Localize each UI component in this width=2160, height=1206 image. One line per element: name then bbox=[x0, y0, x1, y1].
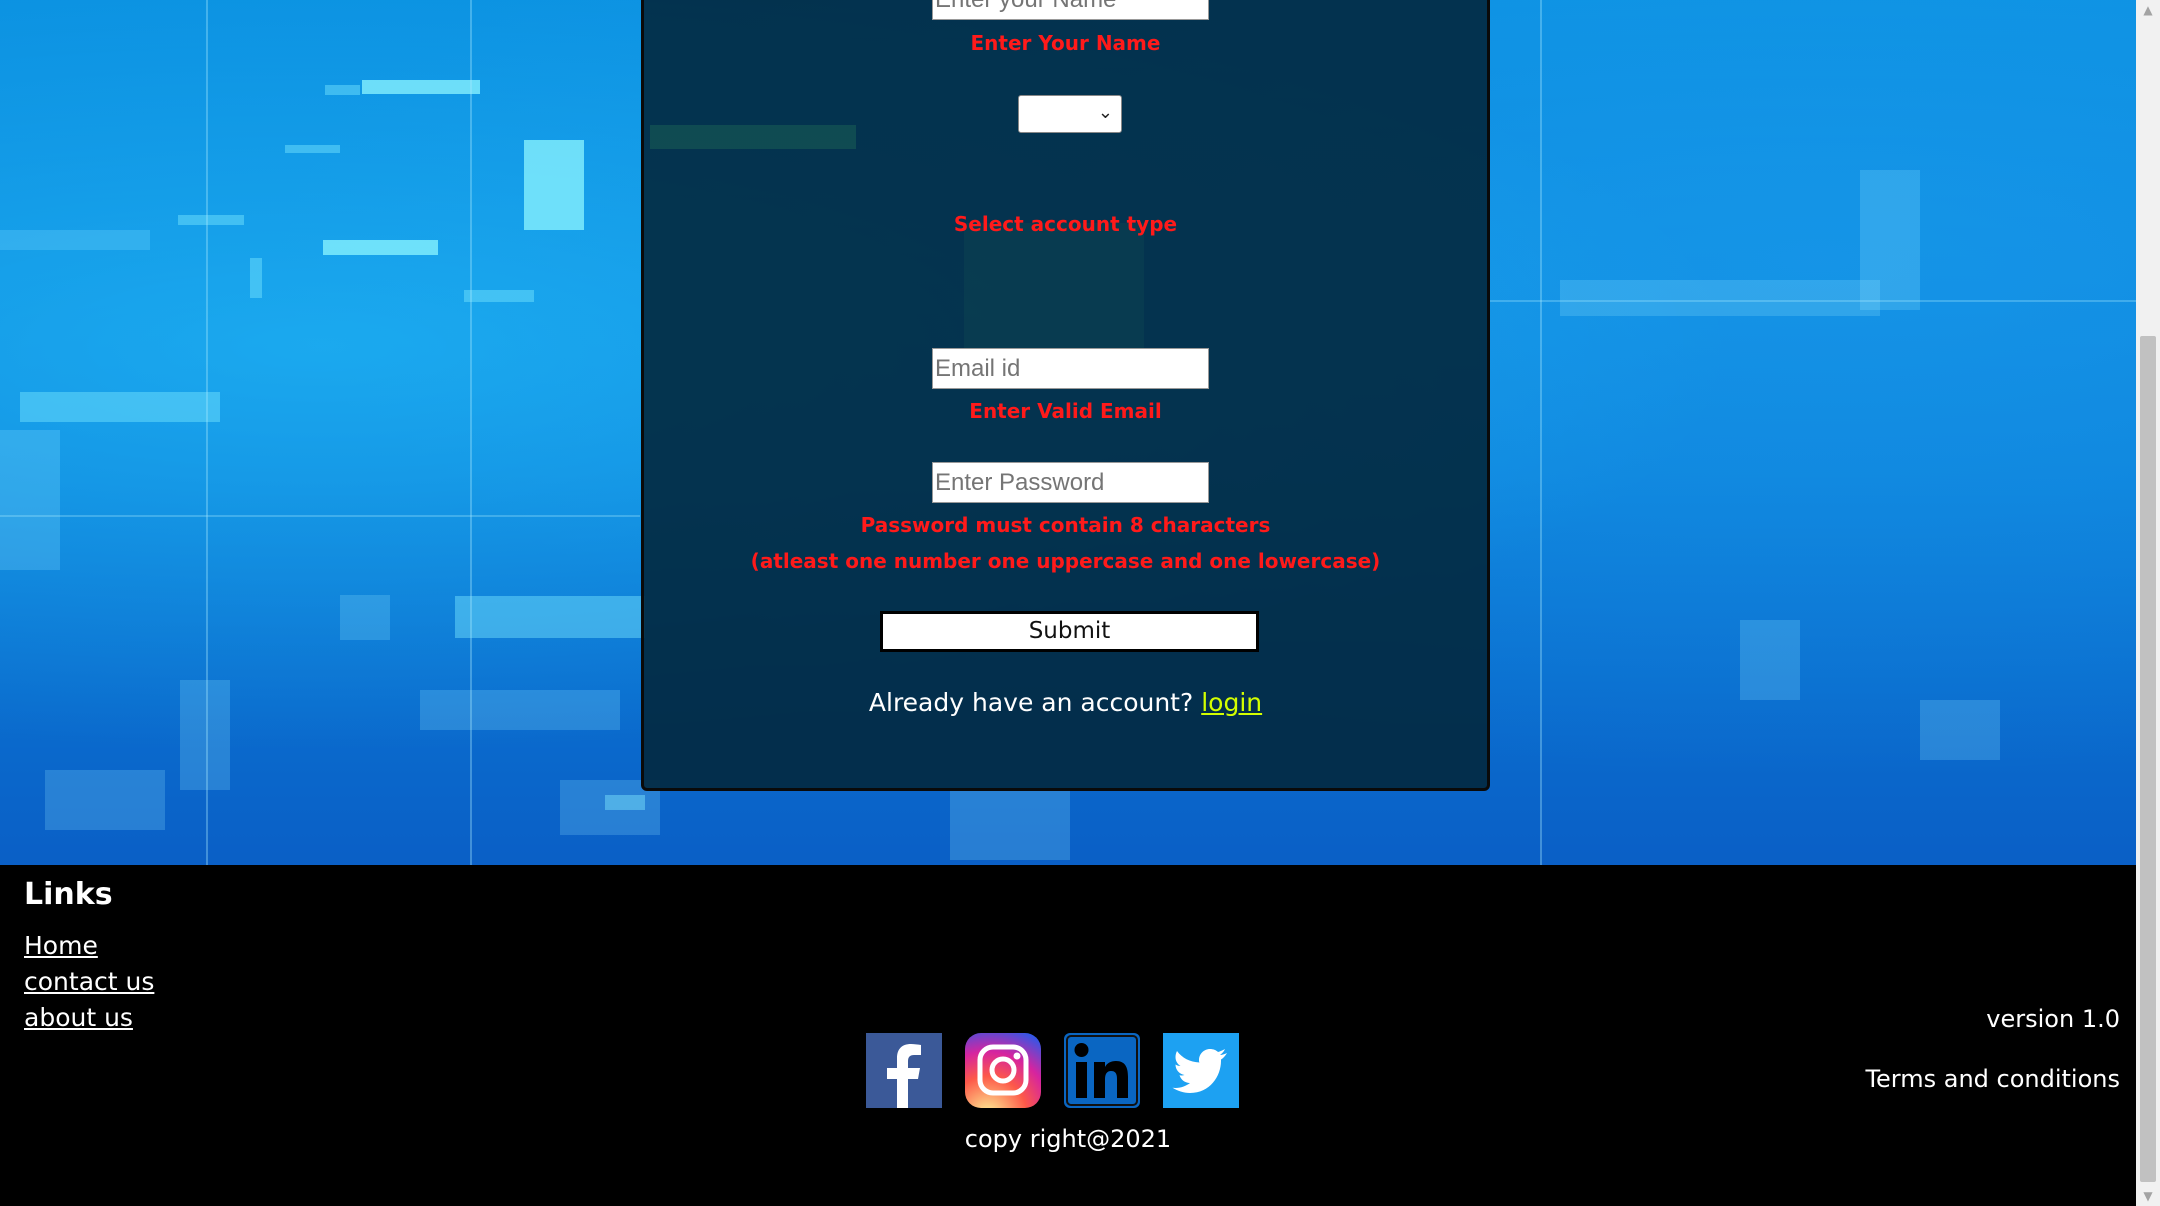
twitter-icon[interactable] bbox=[1163, 1033, 1239, 1108]
vertical-scrollbar[interactable]: ▲ ▼ bbox=[2136, 0, 2160, 1206]
login-prompt: Already have an account? login bbox=[644, 653, 1487, 753]
instagram-icon[interactable] bbox=[965, 1033, 1041, 1108]
email-input[interactable] bbox=[932, 348, 1209, 389]
footer-link-contact[interactable]: contact us bbox=[24, 967, 154, 996]
links-heading: Links bbox=[24, 877, 113, 912]
version-text: version 1.0 bbox=[1986, 1005, 2120, 1033]
submit-button[interactable]: Submit bbox=[880, 611, 1259, 652]
password-input[interactable] bbox=[932, 462, 1209, 503]
account-type-error: Select account type bbox=[953, 212, 1178, 236]
signup-form-card: Enter Your Name ⌄ Select account type En… bbox=[641, 0, 1490, 791]
scroll-down-arrow-icon[interactable]: ▼ bbox=[2136, 1186, 2160, 1206]
password-error-line2: (atleast one number one uppercase and on… bbox=[750, 549, 1381, 573]
login-link[interactable]: login bbox=[1201, 688, 1262, 717]
login-prompt-text: Already have an account? bbox=[868, 688, 1194, 717]
name-input[interactable] bbox=[932, 0, 1209, 20]
facebook-icon[interactable] bbox=[866, 1033, 942, 1108]
linkedin-icon[interactable] bbox=[1064, 1033, 1140, 1108]
footer: Links Home contact us about us copy righ… bbox=[0, 865, 2136, 1206]
scroll-thumb[interactable] bbox=[2140, 336, 2156, 1182]
email-error: Enter Valid Email bbox=[969, 399, 1162, 423]
name-error: Enter Your Name bbox=[970, 31, 1161, 55]
terms-link[interactable]: Terms and conditions bbox=[1865, 1065, 2120, 1093]
copyright-text: copy right@2021 bbox=[964, 1125, 1172, 1153]
password-error-line1: Password must contain 8 characters bbox=[860, 513, 1271, 537]
scroll-up-arrow-icon[interactable]: ▲ bbox=[2136, 0, 2160, 20]
chevron-down-icon: ⌄ bbox=[1097, 102, 1113, 123]
account-type-select[interactable]: ⌄ bbox=[1018, 95, 1122, 133]
footer-link-home[interactable]: Home bbox=[24, 931, 98, 960]
footer-link-about[interactable]: about us bbox=[24, 1003, 133, 1032]
